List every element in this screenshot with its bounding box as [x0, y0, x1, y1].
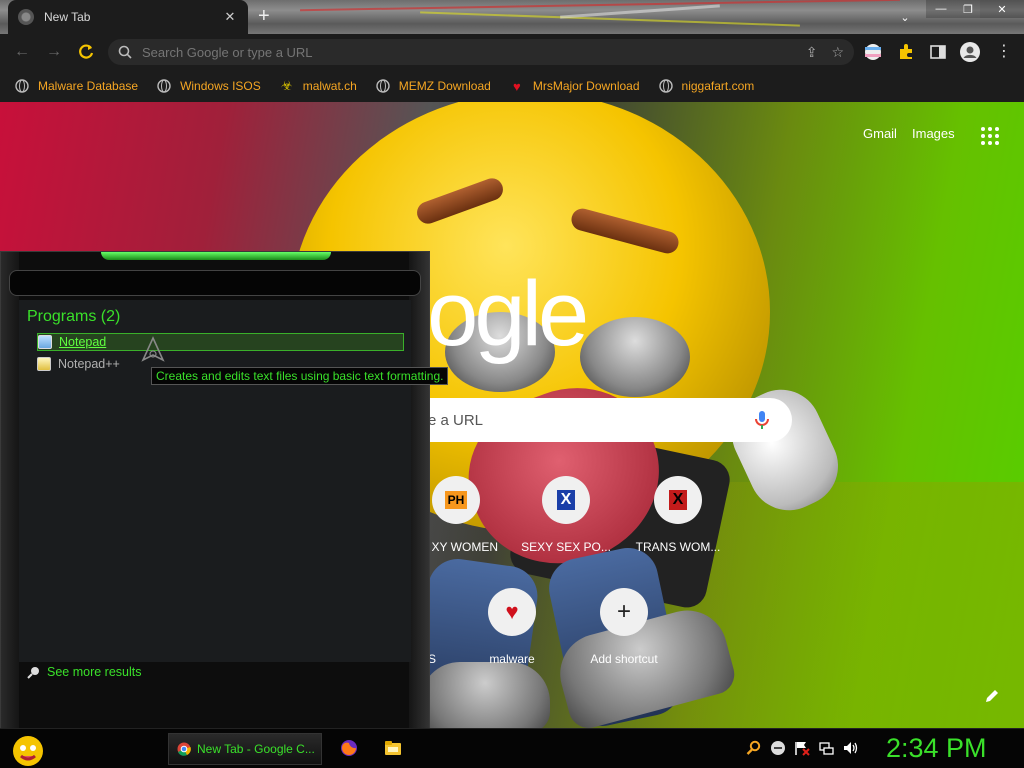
firefox-icon[interactable] — [340, 739, 358, 757]
back-arrow-icon[interactable]: ← — [12, 42, 32, 62]
globe-icon — [14, 78, 30, 94]
bookmark-mrsmajor-download[interactable]: ♥ MrsMajor Download — [509, 78, 640, 94]
volume-speaker-icon[interactable] — [842, 740, 858, 756]
shortcut-favicon: X — [542, 476, 590, 524]
forward-arrow-icon[interactable]: → — [44, 42, 64, 62]
magnifier-icon — [27, 667, 39, 679]
emoji-shoe — [420, 662, 550, 728]
biohazard-icon: ☣ — [280, 78, 293, 93]
start-menu-glow — [101, 252, 331, 260]
start-button-emoji-icon[interactable] — [8, 731, 48, 767]
notepad-plus-plus-icon — [37, 357, 51, 371]
notepad-icon — [38, 335, 52, 349]
chrome-favicon-icon — [18, 9, 34, 25]
network-icon[interactable] — [818, 740, 834, 756]
share-icon[interactable]: ⇪ — [806, 44, 818, 61]
tab-search-chevron-icon[interactable]: ⌄ — [898, 8, 912, 26]
customize-pencil-icon[interactable] — [984, 688, 1000, 704]
tab-new-tab[interactable]: New Tab ✕ — [8, 0, 248, 34]
new-tab-button[interactable]: + — [258, 6, 270, 26]
bookmarks-bar: Malware Database Windows ISOS ☣ malwat.c… — [0, 70, 1024, 102]
minimize-button[interactable]: — — [926, 0, 956, 18]
profile-flag-icon[interactable] — [864, 43, 882, 61]
tab-title: New Tab — [44, 10, 91, 24]
action-center-flag-icon[interactable] — [794, 740, 810, 756]
bookmark-memz-download[interactable]: MEMZ Download — [375, 78, 491, 94]
close-window-button[interactable]: ✕ — [980, 0, 1024, 18]
gmail-link[interactable]: Gmail — [863, 126, 897, 141]
globe-icon — [156, 78, 172, 94]
search-icon — [118, 45, 132, 59]
mouse-cursor-icon — [141, 336, 165, 362]
reload-icon[interactable] — [76, 42, 96, 62]
shortcut-tile[interactable]: X SEXY SEX PO... — [510, 476, 622, 554]
theme-scribble — [300, 0, 900, 12]
start-menu-frame — [409, 252, 429, 728]
search-tray-icon[interactable] — [746, 740, 762, 756]
google-apps-grid-icon[interactable] — [980, 126, 1000, 146]
program-item-notepad-plus-plus[interactable]: Notepad++ — [37, 355, 120, 373]
shortcut-tile[interactable]: X TRANS WOM... — [622, 476, 734, 554]
program-tooltip: Creates and edits text files using basic… — [151, 367, 449, 385]
heart-icon: ♥ — [512, 78, 521, 94]
globe-icon — [658, 78, 674, 94]
shortcut-favicon: X — [654, 476, 702, 524]
extensions-puzzle-icon[interactable] — [897, 43, 915, 61]
programs-heading: Programs (2) — [27, 308, 121, 325]
taskbar: New Tab - Google C... 2:34 PM — [0, 728, 1024, 768]
address-input[interactable] — [142, 44, 792, 60]
star-bookmark-icon[interactable]: ☆ — [831, 44, 844, 61]
see-more-results-link[interactable]: See more results — [27, 665, 141, 679]
shortcut-malware[interactable]: ♥ malware — [456, 588, 568, 666]
microphone-icon[interactable] — [750, 408, 774, 432]
bookmark-windows-isos[interactable]: Windows ISOS — [156, 78, 261, 94]
browser-toolbar: ← → ⇪ ☆ ⋮ — [0, 34, 1024, 70]
chrome-icon — [177, 742, 191, 756]
start-search-input[interactable] — [9, 270, 421, 296]
start-menu-panel: Programs (2) Notepad Notepad++ Creates a… — [0, 251, 449, 729]
taskbar-clock[interactable]: 2:34 PM — [886, 733, 987, 764]
taskbar-chrome-window[interactable]: New Tab - Google C... — [168, 733, 322, 765]
emoji-eye — [580, 317, 690, 397]
status-tray-icon[interactable] — [770, 740, 786, 756]
start-menu-frame — [1, 252, 19, 728]
file-explorer-folder-icon[interactable] — [384, 739, 402, 757]
menu-kebab-icon[interactable]: ⋮ — [994, 42, 1014, 62]
plus-icon: + — [600, 588, 648, 636]
heart-icon: ♥ — [488, 588, 536, 636]
close-tab-icon[interactable]: ✕ — [222, 9, 238, 25]
google-search-placeholder: e a URL — [428, 411, 484, 429]
maximize-button[interactable]: ❐ — [956, 0, 980, 18]
bookmark-malwatch[interactable]: ☣ malwat.ch — [279, 78, 357, 94]
program-item-notepad[interactable]: Notepad — [37, 333, 404, 351]
shortcut-favicon: PH — [432, 476, 480, 524]
images-link[interactable]: Images — [912, 126, 955, 141]
add-shortcut-button[interactable]: + Add shortcut — [568, 588, 680, 666]
globe-icon — [375, 78, 391, 94]
theme-scribble — [560, 4, 720, 19]
bookmark-malware-database[interactable]: Malware Database — [14, 78, 138, 94]
side-panel-icon[interactable] — [929, 43, 947, 61]
bookmark-site[interactable]: niggafart.com — [658, 78, 754, 94]
tab-strip: New Tab ✕ + ⌄ — ❐ ✕ — [0, 0, 1024, 34]
avatar-icon[interactable] — [960, 42, 980, 62]
address-bar[interactable]: ⇪ ☆ — [108, 39, 854, 65]
